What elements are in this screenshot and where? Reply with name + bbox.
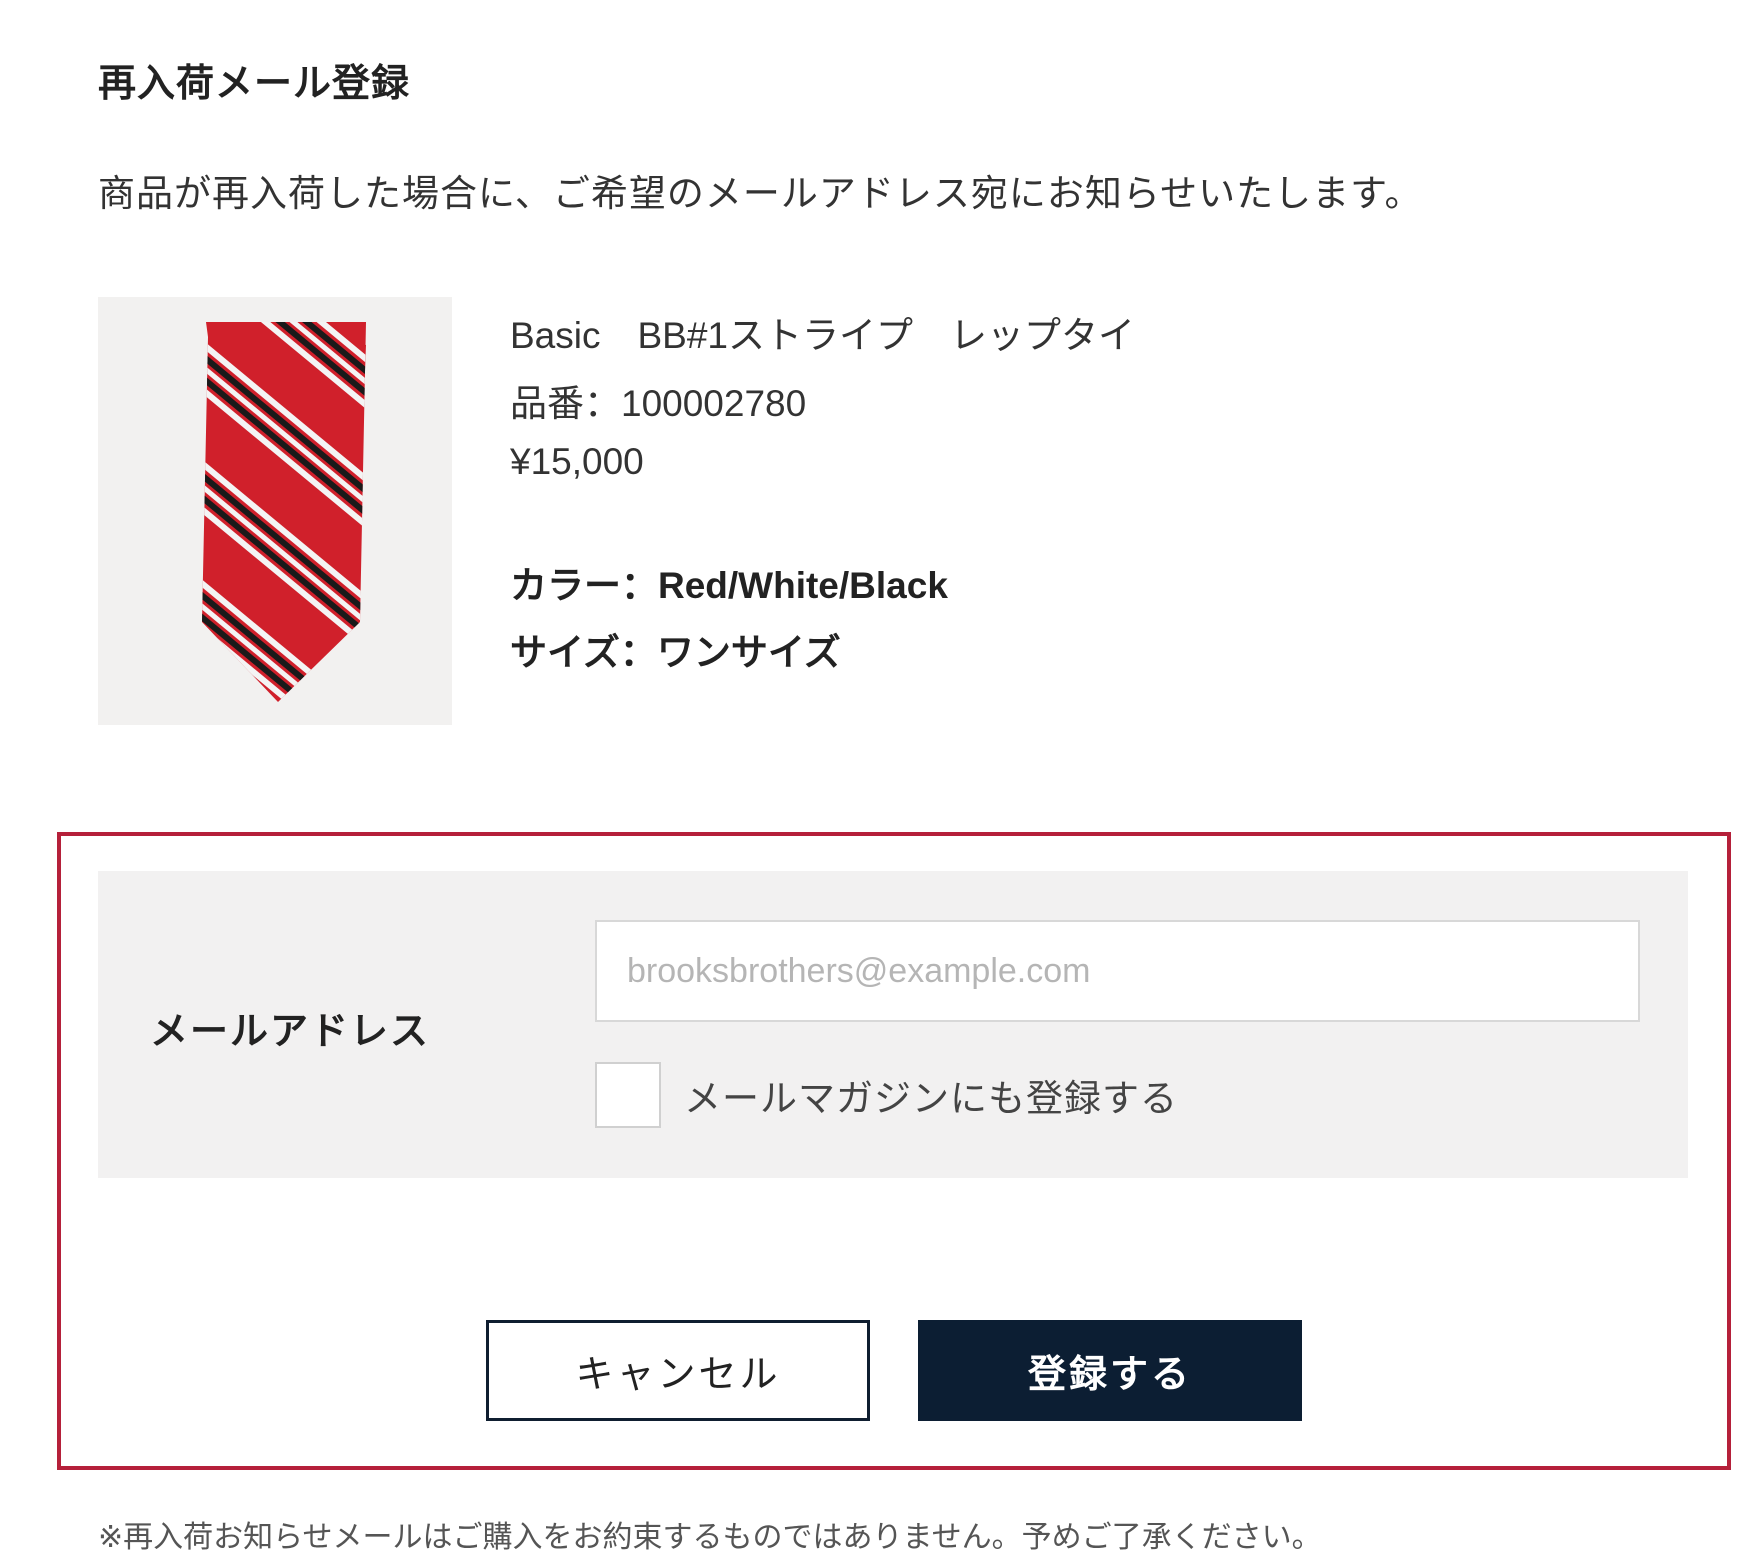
email-input[interactable] [595, 920, 1640, 1022]
submit-button[interactable]: 登録する [918, 1320, 1302, 1421]
newsletter-checkbox-label[interactable]: メールマガジンにも登録する [684, 1068, 1178, 1122]
product-size: サイズ：ワンサイズ [510, 632, 841, 673]
product-name: Basic BB#1ストライプ レップタイ [510, 315, 1135, 356]
product-price: ¥15,000 [510, 441, 644, 482]
product-image [98, 297, 452, 725]
newsletter-checkbox[interactable] [595, 1062, 661, 1128]
cancel-button[interactable]: キャンセル [486, 1320, 870, 1421]
product-color: カラー：Red/White/Black [510, 565, 948, 606]
email-label: メールアドレス [150, 1009, 431, 1053]
footnote: ※再入荷お知らせメールはご購入をお約束するものではありません。予めご了承ください… [98, 1520, 1322, 1555]
page-title: 再入荷メール登録 [98, 61, 411, 105]
intro-text: 商品が再入荷した場合に、ご希望のメールアドレス宛にお知らせいたします。 [98, 172, 1423, 215]
necktie-icon [202, 322, 366, 702]
product-sku: 品番：100002780 [510, 383, 807, 424]
